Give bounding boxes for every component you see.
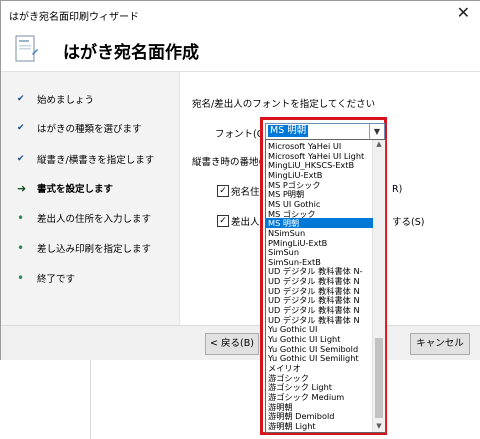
check-icon: ✔ (17, 154, 25, 164)
bullet-icon: • (17, 241, 25, 255)
recipient-kanji-checkbox[interactable]: ✓ (217, 185, 229, 197)
recipient-kanji-label: 宛名住 (231, 187, 260, 198)
arrow-right-icon: ➜ (17, 181, 27, 195)
font-heading: 宛名/差出人のフォントを指定してください (192, 99, 376, 110)
font-option[interactable]: MS ゴシック (268, 209, 371, 219)
font-option[interactable]: 游明朝 Light (268, 421, 371, 431)
sender-kanji-label: 差出人 (231, 217, 260, 228)
font-option[interactable]: 游ゴシック (268, 373, 371, 383)
font-option[interactable]: 游ゴシック Light (268, 382, 371, 392)
font-option[interactable]: UD デジタル 教科書体 N (268, 315, 371, 325)
step-finish: • 終了です (17, 270, 75, 286)
font-option[interactable]: MingLiU-ExtB (268, 170, 371, 180)
chevron-down-icon[interactable]: ▼ (369, 124, 384, 139)
scroll-up-icon[interactable]: ▲ (373, 140, 385, 150)
font-option[interactable]: 游明朝 (268, 402, 371, 412)
button-bar: < 戻る(B) キャンセル (1, 325, 480, 360)
number-heading: 縦書き時の番地の (192, 157, 269, 168)
font-option[interactable]: Yu Gothic UI (268, 324, 371, 334)
page-title: はがき宛名面作成 (63, 43, 199, 63)
step-label: 書式を設定します (37, 184, 114, 195)
title-bar: はがき宛名面印刷ウィザード ✕ (1, 1, 480, 29)
font-option[interactable]: MS Pゴシック (268, 180, 371, 190)
font-option[interactable]: Yu Gothic UI Semilight (268, 353, 371, 363)
font-option[interactable]: Yu Gothic UI Semibold (268, 344, 371, 354)
font-option[interactable]: Yu Gothic UI Light (268, 334, 371, 344)
close-icon[interactable]: ✕ (457, 3, 470, 23)
scroll-down-icon[interactable]: ▼ (373, 422, 385, 432)
scrollbar-thumb[interactable] (375, 338, 383, 418)
font-option[interactable]: 游明朝 Demibold (268, 411, 371, 421)
font-option[interactable]: SimSun-ExtB (268, 257, 371, 267)
step-label: 差出人の住所を入力します (37, 214, 152, 225)
font-option[interactable]: MS P明朝 (268, 189, 371, 199)
font-option[interactable]: Microsoft YaHei UI Light (268, 151, 371, 161)
font-option[interactable]: Microsoft YaHei UI (268, 141, 371, 151)
font-option[interactable]: UD デジタル 教科書体 N (268, 276, 371, 286)
font-option[interactable]: UD デジタル 教科書体 N- (268, 266, 371, 276)
font-dropdown-highlight: MS 明朝 ▼ ▲ ▼ Microsoft YaHei UI Microsoft … (260, 117, 387, 435)
font-option[interactable]: MS UI Gothic (268, 199, 371, 209)
step-sender-address: • 差出人の住所を入力します (17, 210, 151, 226)
recipient-kanji-label-end: R) (392, 184, 403, 195)
wizard-window: はがき宛名面印刷ウィザード ✕ はがき宛名面作成 ✔ 始めましょう ✔ はがきの… (0, 0, 480, 360)
font-option[interactable]: NSimSun (268, 228, 371, 238)
step-label: 縦書き/横書きを指定します (37, 155, 155, 166)
document-area (90, 360, 251, 439)
steps-pane: ✔ 始めましょう ✔ はがきの種類を選びます ✔ 縦書き/横書きを指定します ➜… (1, 72, 180, 325)
font-list-scrollbar[interactable]: ▲ ▼ (372, 140, 385, 432)
check-icon: ✔ (17, 94, 25, 104)
font-option[interactable]: UD デジタル 教科書体 N (268, 286, 371, 296)
font-option[interactable]: UD デジタル 教科書体 N (268, 295, 371, 305)
step-format: ➜ 書式を設定します (17, 180, 113, 196)
check-icon: ✔ (17, 123, 25, 133)
font-option[interactable]: PMingLiU-ExtB (268, 238, 371, 248)
sender-kanji-checkbox[interactable]: ✓ (217, 215, 229, 227)
step-label: 始めましょう (37, 95, 95, 106)
back-button[interactable]: < 戻る(B) (205, 333, 259, 355)
cancel-button[interactable]: キャンセル (410, 333, 470, 355)
bullet-icon: • (17, 271, 25, 285)
wizard-header: はがき宛名面作成 (1, 29, 480, 72)
font-option[interactable]: メイリオ (268, 363, 371, 373)
sender-kanji-label-end: する(S) (392, 217, 425, 228)
font-list[interactable]: ▲ ▼ Microsoft YaHei UI Microsoft YaHei UI… (265, 139, 386, 433)
font-select-value: MS 明朝 (268, 125, 309, 137)
step-start: ✔ 始めましょう (17, 91, 94, 107)
step-merge: • 差し込み印刷を指定します (17, 240, 151, 256)
font-select[interactable]: MS 明朝 ▼ (265, 123, 385, 140)
font-option[interactable]: UD デジタル 教科書体 N (268, 305, 371, 315)
font-option[interactable]: MS 明朝 (266, 218, 373, 229)
step-card-type: ✔ はがきの種類を選びます (17, 120, 142, 136)
window-title: はがき宛名面印刷ウィザード (9, 12, 139, 23)
step-orientation: ✔ 縦書き/横書きを指定します (17, 151, 154, 167)
font-option[interactable]: 游ゴシック Medium (268, 392, 371, 402)
bullet-icon: • (17, 211, 25, 225)
step-label: はがきの種類を選びます (37, 124, 142, 135)
postcard-wizard-icon (15, 35, 38, 62)
font-option[interactable]: SimSun (268, 247, 371, 257)
step-label: 終了です (37, 274, 76, 285)
font-option[interactable]: MingLiU_HKSCS-ExtB (268, 160, 371, 170)
step-label: 差し込み印刷を指定します (37, 244, 152, 255)
